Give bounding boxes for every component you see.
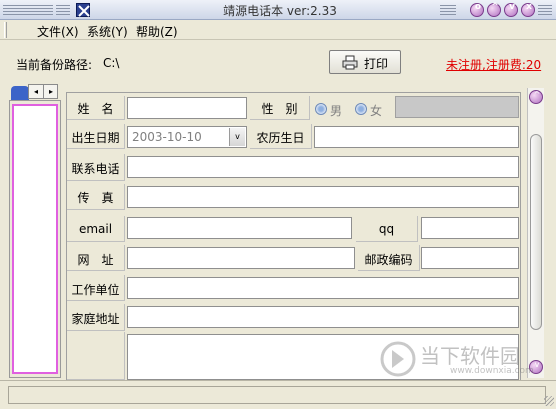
gender-male-radio[interactable]	[315, 103, 327, 115]
title-grip	[3, 5, 53, 15]
fax-label: 传 真	[67, 184, 125, 210]
fax-input[interactable]	[127, 186, 519, 208]
app-icon[interactable]	[76, 3, 90, 17]
settings-icon: o	[474, 2, 482, 12]
contact-list[interactable]	[12, 104, 58, 374]
window-title: 靖源电话本 ver:2.33	[223, 4, 337, 18]
print-button[interactable]: 打印	[329, 50, 401, 74]
email-label: email	[67, 216, 125, 242]
tab-prev-button[interactable]: ◂	[29, 85, 44, 98]
title-grip	[440, 5, 456, 15]
work-input[interactable]	[127, 277, 519, 299]
title-grip	[538, 5, 552, 15]
resize-grip-icon[interactable]	[544, 396, 554, 406]
watermark-text: 当下软件园	[420, 344, 520, 368]
qq-input[interactable]	[421, 217, 519, 239]
lunar-birthday-label: 农历生日	[250, 124, 312, 149]
chevron-down-icon[interactable]: v	[229, 128, 245, 146]
tab-active[interactable]	[11, 86, 29, 100]
photo-box[interactable]	[395, 96, 519, 118]
vertical-scrollbar[interactable]: ^ v	[527, 88, 544, 378]
birth-date-value: 2003-10-10	[132, 130, 202, 144]
birth-date-picker[interactable]: 2003-10-10 v	[127, 126, 247, 148]
zip-label: 邮政编码	[358, 245, 420, 271]
status-panel	[8, 386, 546, 404]
gender-male-label: 男	[330, 104, 343, 118]
web-label: 网 址	[67, 245, 125, 271]
tab-next-button[interactable]: ▸	[44, 85, 58, 98]
tab-scroller: ◂ ▸	[28, 84, 58, 99]
backup-path-value: C:\	[103, 56, 120, 70]
menu-system[interactable]: 系统(Y)	[87, 23, 128, 39]
menu-file[interactable]: 文件(X)	[37, 23, 79, 39]
birth-label: 出生日期	[67, 124, 125, 149]
minimize-button[interactable]: ^	[487, 2, 501, 17]
gender-label: 性 别	[250, 96, 310, 120]
backup-path-label: 当前备份路径:	[16, 58, 93, 72]
scroll-thumb[interactable]	[530, 134, 542, 330]
lunar-birthday-input[interactable]	[314, 126, 519, 148]
gender-female-label: 女	[370, 104, 383, 118]
watermark: 当下软件园 www.downxia.com	[380, 340, 556, 380]
home-address-input[interactable]	[127, 306, 519, 328]
phone-label: 联系电话	[67, 154, 125, 181]
scroll-up-button[interactable]: ^	[529, 90, 543, 104]
print-button-label: 打印	[364, 57, 389, 71]
settings-button[interactable]: o	[470, 2, 484, 17]
close-icon: x	[526, 2, 532, 12]
menu-grip	[4, 22, 7, 38]
email-input[interactable]	[127, 217, 352, 239]
menu-help[interactable]: 帮助(Z)	[136, 23, 178, 39]
notes-label	[67, 332, 125, 380]
qq-label: qq	[356, 216, 418, 242]
maximize-button[interactable]: v	[504, 2, 518, 17]
minimize-icon: ^	[491, 2, 499, 12]
watermark-url: www.downxia.com	[450, 366, 534, 376]
name-label: 姓 名	[67, 96, 125, 120]
register-link[interactable]: 未注册,注册费:20	[446, 56, 556, 72]
menu-bar	[0, 20, 556, 40]
maximize-icon: v	[509, 2, 515, 12]
title-grip	[56, 5, 70, 15]
zip-input[interactable]	[421, 247, 519, 269]
phone-input[interactable]	[127, 156, 519, 178]
work-label: 工作单位	[67, 275, 125, 301]
watermark-logo-icon	[380, 341, 416, 377]
web-input[interactable]	[127, 247, 355, 269]
name-input[interactable]	[127, 97, 247, 119]
home-address-label: 家庭地址	[67, 304, 125, 331]
gender-female-radio[interactable]	[355, 103, 367, 115]
close-button[interactable]: x	[521, 2, 535, 17]
chevron-up-icon: ^	[533, 90, 541, 99]
printer-icon	[342, 55, 358, 70]
